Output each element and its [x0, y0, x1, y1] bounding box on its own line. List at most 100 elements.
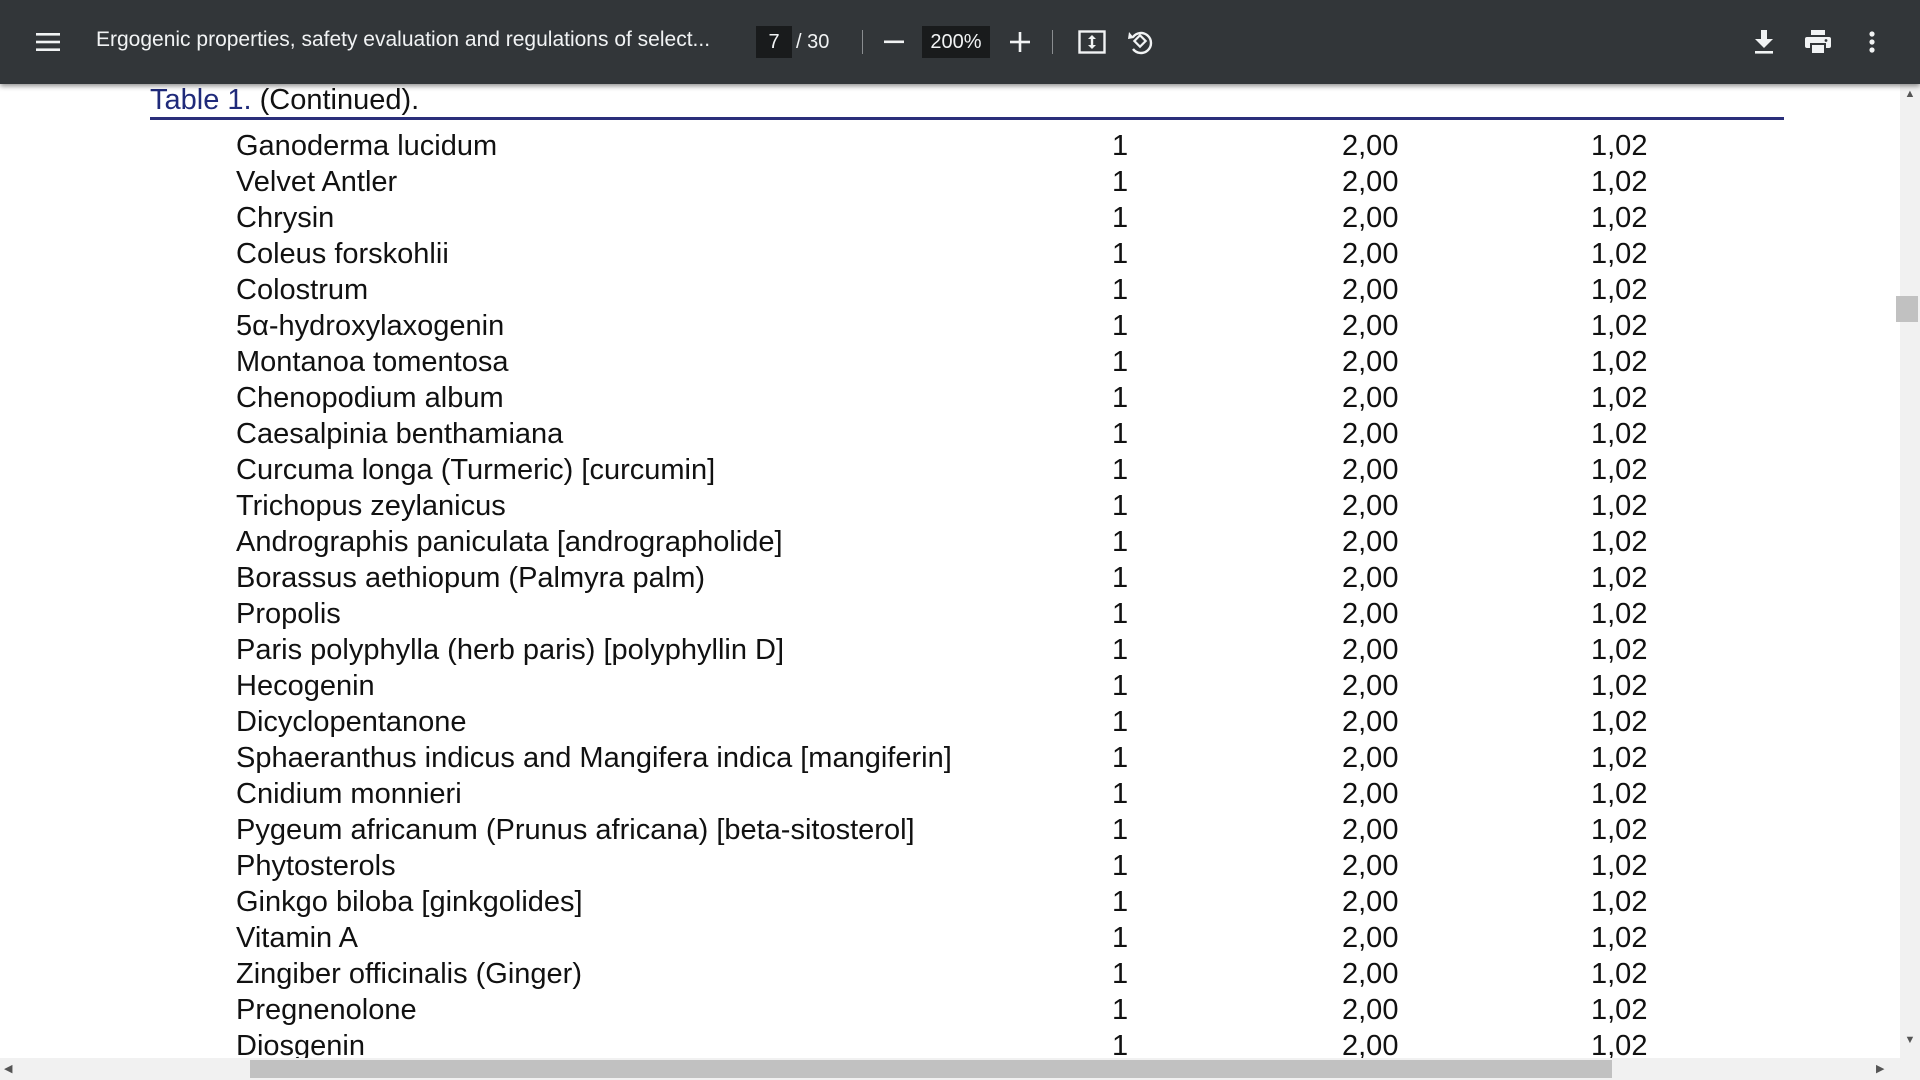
fit-page-icon[interactable]: [1072, 22, 1112, 62]
percent-cell: 2,00: [1342, 922, 1399, 954]
weight-cell: 1,02: [1591, 166, 1648, 198]
substance-name-cell: Pregnenolone: [236, 994, 417, 1026]
table-row: Cnidium monnieri 1 2,00 1,02: [0, 776, 1900, 812]
table-row: Ginkgo biloba [ginkgolides] 1 2,00 1,02: [0, 884, 1900, 920]
table-row: Andrographis paniculata [andrographolide…: [0, 524, 1900, 560]
weight-cell: 1,02: [1591, 598, 1648, 630]
substance-name-cell: Colostrum: [236, 274, 369, 306]
table-row: 5α-hydroxylaxogenin 1 2,00 1,02: [0, 308, 1900, 344]
weight-cell: 1,02: [1591, 490, 1648, 522]
substance-name-cell: Dicyclopentanone: [236, 706, 467, 738]
percent-cell: 2,00: [1342, 346, 1399, 378]
weight-cell: 1,02: [1591, 778, 1648, 810]
table-row: Phytosterols 1 2,00 1,02: [0, 848, 1900, 884]
substance-name-cell: Ginkgo biloba [ginkgolides]: [236, 886, 583, 918]
count-cell: 1: [1112, 274, 1129, 306]
weight-cell: 1,02: [1591, 670, 1648, 702]
count-cell: 1: [1112, 634, 1129, 666]
weight-cell: 1,02: [1591, 958, 1648, 990]
percent-cell: 2,00: [1342, 274, 1399, 306]
table-row: Chenopodium album 1 2,00 1,02: [0, 380, 1900, 416]
table-row: Curcuma longa (Turmeric) [curcumin] 1 2,00…: [0, 452, 1900, 488]
vertical-scrollbar[interactable]: [1900, 84, 1920, 1058]
count-cell: 1: [1112, 346, 1129, 378]
substance-name-cell: Cnidium monnieri: [236, 778, 462, 810]
table-row: Chrysin 1 2,00 1,02: [0, 200, 1900, 236]
table-header-rule: [150, 117, 1784, 120]
percent-cell: 2,00: [1342, 598, 1399, 630]
percent-cell: 2,00: [1342, 166, 1399, 198]
horizontal-scroll-thumb[interactable]: [250, 1060, 1612, 1078]
percent-cell: 2,00: [1342, 994, 1399, 1026]
pdf-page-viewport[interactable]: Table 1. (Continued). Ganoderma lucidum 1…: [0, 84, 1900, 1058]
more-vert-icon[interactable]: [1852, 22, 1892, 62]
substance-name-cell: Zingiber officinalis (Ginger): [236, 958, 582, 990]
weight-cell: 1,02: [1591, 706, 1648, 738]
count-cell: 1: [1112, 202, 1129, 234]
menu-icon[interactable]: [28, 22, 68, 62]
percent-cell: 2,00: [1342, 310, 1399, 342]
weight-cell: 1,02: [1591, 310, 1648, 342]
zoom-in-icon[interactable]: [1000, 22, 1040, 62]
scroll-down-icon[interactable]: ▼: [1902, 1034, 1918, 1048]
count-cell: 1: [1112, 1030, 1129, 1058]
download-icon[interactable]: [1744, 22, 1784, 62]
weight-cell: 1,02: [1591, 742, 1648, 774]
percent-cell: 2,00: [1342, 382, 1399, 414]
substance-name-cell: Velvet Antler: [236, 166, 398, 198]
print-icon[interactable]: [1798, 22, 1838, 62]
table-caption-label: Table 1.: [150, 84, 252, 116]
table-row: Ganoderma lucidum 1 2,00 1,02: [0, 128, 1900, 164]
percent-cell: 2,00: [1342, 1030, 1399, 1058]
count-cell: 1: [1112, 454, 1129, 486]
percent-cell: 2,00: [1342, 238, 1399, 270]
weight-cell: 1,02: [1591, 418, 1648, 450]
table-row: Velvet Antler 1 2,00 1,02: [0, 164, 1900, 200]
weight-cell: 1,02: [1591, 814, 1648, 846]
page-number-input[interactable]: 7: [756, 26, 792, 58]
weight-cell: 1,02: [1591, 382, 1648, 414]
count-cell: 1: [1112, 130, 1129, 162]
count-cell: 1: [1112, 742, 1129, 774]
count-cell: 1: [1112, 418, 1129, 450]
substance-name-cell: Phytosterols: [236, 850, 396, 882]
table-row: Borassus aethiopum (Palmyra palm) 1 2,00 1,…: [0, 560, 1900, 596]
weight-cell: 1,02: [1591, 238, 1648, 270]
weight-cell: 1,02: [1591, 346, 1648, 378]
zoom-out-icon[interactable]: [874, 22, 914, 62]
rotate-icon[interactable]: [1120, 22, 1160, 62]
count-cell: 1: [1112, 886, 1129, 918]
table-caption-continued: (Continued).: [251, 84, 420, 116]
percent-cell: 2,00: [1342, 454, 1399, 486]
weight-cell: 1,02: [1591, 994, 1648, 1026]
percent-cell: 2,00: [1342, 130, 1399, 162]
percent-cell: 2,00: [1342, 850, 1399, 882]
zoom-level-input[interactable]: 200%: [922, 26, 990, 58]
scroll-right-icon[interactable]: ▶: [1876, 1062, 1890, 1076]
scroll-up-icon[interactable]: ▲: [1902, 88, 1918, 102]
toolbar-divider: [1052, 30, 1053, 54]
table-row: Vitamin A 1 2,00 1,02: [0, 920, 1900, 956]
substance-name-cell: Andrographis paniculata [andrographolide…: [236, 526, 783, 558]
toolbar-divider: [862, 30, 863, 54]
table-row: Pregnenolone 1 2,00 1,02: [0, 992, 1900, 1028]
substance-name-cell: Hecogenin: [236, 670, 375, 702]
table-row: Pygeum africanum (Prunus africana) [beta…: [0, 812, 1900, 848]
table-caption: Table 1. (Continued).: [150, 84, 419, 117]
table-row: Caesalpinia benthamiana 1 2,00 1,02: [0, 416, 1900, 452]
count-cell: 1: [1112, 382, 1129, 414]
substance-name-cell: 5α-hydroxylaxogenin: [236, 310, 505, 342]
weight-cell: 1,02: [1591, 850, 1648, 882]
percent-cell: 2,00: [1342, 886, 1399, 918]
vertical-scroll-thumb[interactable]: [1896, 296, 1918, 322]
count-cell: 1: [1112, 670, 1129, 702]
count-cell: 1: [1112, 310, 1129, 342]
substance-name-cell: Diosgenin: [236, 1030, 365, 1058]
scroll-left-icon[interactable]: ◀: [4, 1062, 18, 1076]
count-cell: 1: [1112, 994, 1129, 1026]
document-title: Ergogenic properties, safety evaluation …: [96, 28, 711, 51]
percent-cell: 2,00: [1342, 526, 1399, 558]
substance-name-cell: Vitamin A: [236, 922, 358, 954]
substance-name-cell: Coleus forskohlii: [236, 238, 449, 270]
table-row: Colostrum 1 2,00 1,02: [0, 272, 1900, 308]
